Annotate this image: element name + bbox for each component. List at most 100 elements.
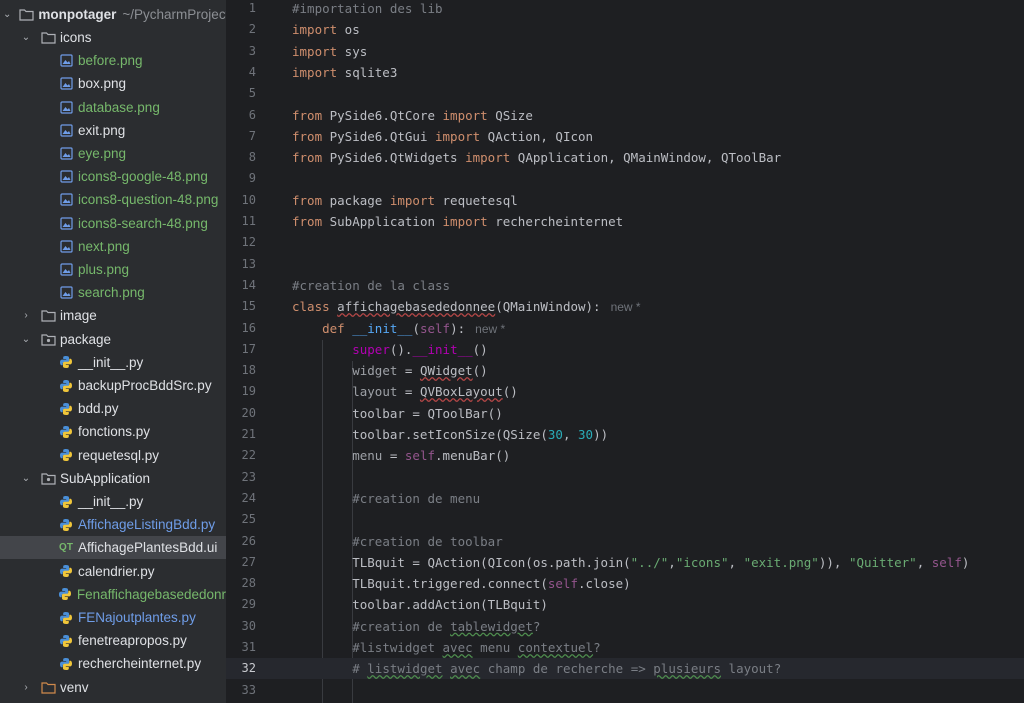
tree-file[interactable]: QT AffichagePlantesBdd.ui: [0, 536, 226, 560]
tree-file[interactable]: box.png: [0, 72, 226, 95]
chevron-down-icon[interactable]: ⌄: [20, 32, 32, 43]
code-line[interactable]: 26 #creation de toolbar: [226, 531, 1024, 552]
tree-file[interactable]: __init__.py: [0, 490, 226, 513]
code-line[interactable]: 32 # listwidget avec champ de recherche …: [226, 658, 1024, 680]
tree-item-label: before.png: [78, 53, 143, 69]
tree-file[interactable]: icons8-question-48.png: [0, 188, 226, 211]
tree-file[interactable]: before.png: [0, 49, 226, 72]
tree-file[interactable]: rechercheinternet.py: [0, 652, 226, 675]
tree-file[interactable]: bdd.py: [0, 397, 226, 420]
code-token: listwidget: [367, 661, 443, 677]
line-number: 7: [248, 128, 256, 143]
code-line[interactable]: 6 from PySide6.QtCore import QSize: [226, 105, 1024, 126]
code-line[interactable]: 30 #creation de tablewidget?: [226, 616, 1024, 637]
code-line[interactable]: 22 menu = self.menuBar(): [226, 445, 1024, 466]
code-line[interactable]: 25: [226, 509, 1024, 530]
tree-file[interactable]: exit.png: [0, 119, 226, 142]
tree-file[interactable]: database.png: [0, 96, 226, 119]
tree-root[interactable]: ⌄ monpotager ~/PycharmProject: [0, 3, 226, 26]
code-line[interactable]: 4 import sqlite3: [226, 62, 1024, 83]
code-line[interactable]: 3 import sys: [226, 41, 1024, 62]
image-file-icon: [58, 285, 74, 301]
code-line[interactable]: 20 toolbar = QToolBar(): [226, 403, 1024, 424]
code-token: ,: [668, 554, 676, 570]
code-text: import os: [292, 19, 360, 40]
code-line[interactable]: 21 toolbar.setIconSize(QSize(30, 30)): [226, 424, 1024, 445]
line-number: 33: [241, 682, 256, 697]
chevron-right-icon[interactable]: ›: [20, 310, 32, 321]
code-line[interactable]: 15 class affichagebasededonnee(QMainWindo…: [226, 296, 1024, 317]
tree-item-label: AffichagePlantesBdd.ui: [78, 540, 218, 556]
code-line[interactable]: 1 #importation des lib: [226, 0, 1024, 19]
chevron-down-icon[interactable]: ⌄: [3, 9, 11, 20]
chevron-down-icon[interactable]: ⌄: [20, 473, 32, 484]
tree-file[interactable]: AffichageListingBdd.py: [0, 513, 226, 536]
code-token: QVBoxLayout: [419, 384, 503, 400]
python-file-icon: [58, 424, 74, 440]
code-token: package: [322, 192, 390, 208]
tree-file[interactable]: calendrier.py: [0, 560, 226, 583]
tree-file[interactable]: icons8-search-48.png: [0, 212, 226, 235]
code-line[interactable]: 2 import os: [226, 19, 1024, 40]
code-line[interactable]: 33: [226, 680, 1024, 701]
code-line[interactable]: 29 toolbar.addAction(TLBquit): [226, 594, 1024, 615]
code-line[interactable]: 31 #listwidget avec menu contextuel?: [226, 637, 1024, 658]
line-number: 2: [248, 22, 256, 37]
tree-file[interactable]: eye.png: [0, 142, 226, 165]
line-number: 3: [248, 43, 256, 58]
code-editor[interactable]: 1 #importation des lib 2 import os 3 import s…: [226, 0, 1024, 703]
tree-file[interactable]: fonctions.py: [0, 420, 226, 443]
code-line[interactable]: 8 from PySide6.QtWidgets import QApplicat…: [226, 147, 1024, 168]
tree-folder[interactable]: › image: [0, 304, 226, 327]
code-token: =: [397, 384, 420, 400]
tree-file[interactable]: fenetreapropos.py: [0, 629, 226, 652]
tree-file[interactable]: backupProcBddSrc.py: [0, 374, 226, 397]
tree-folder[interactable]: › venv: [0, 676, 226, 699]
code-line[interactable]: 5: [226, 83, 1024, 104]
line-number: 10: [241, 192, 256, 207]
code-line[interactable]: 10 from package import requetesql: [226, 190, 1024, 211]
code-text: #importation des lib: [292, 0, 443, 19]
tree-file[interactable]: Fenaffichagebasededonr: [0, 583, 226, 606]
code-token: PySide6.QtCore: [322, 107, 443, 123]
code-line[interactable]: 12: [226, 232, 1024, 253]
tree-file[interactable]: __init__.py: [0, 351, 226, 374]
code-token: import: [389, 192, 435, 208]
code-line[interactable]: 13: [226, 254, 1024, 275]
code-token: tablewidget: [450, 618, 533, 634]
code-token: toolbar = QToolBar(): [292, 405, 503, 421]
code-line[interactable]: 14 #creation de la class: [226, 275, 1024, 296]
chevron-down-icon[interactable]: ⌄: [20, 334, 32, 345]
tree-folder[interactable]: ⌄ SubApplication: [0, 467, 226, 490]
tree-file[interactable]: requetesql.py: [0, 444, 226, 467]
code-line[interactable]: 19 layout = QVBoxLayout(): [226, 381, 1024, 402]
tree-folder[interactable]: ⌄ icons: [0, 26, 226, 49]
image-file-icon: [58, 53, 74, 69]
chevron-right-icon[interactable]: ›: [20, 682, 32, 693]
line-number: 20: [241, 405, 256, 420]
code-line[interactable]: 11 from SubApplication import recherchein…: [226, 211, 1024, 232]
tree-file[interactable]: plus.png: [0, 258, 226, 281]
folder-icon: [40, 30, 56, 46]
code-line[interactable]: 9: [226, 168, 1024, 189]
line-number: 24: [241, 490, 256, 505]
code-line[interactable]: 17 super().__init__(): [226, 339, 1024, 360]
code-line[interactable]: 28 TLBquit.triggered.connect(self.close): [226, 573, 1024, 594]
tree-file[interactable]: FENajoutplantes.py: [0, 606, 226, 629]
code-line[interactable]: 7 from PySide6.QtGui import QAction, QIco…: [226, 126, 1024, 147]
code-line[interactable]: 18 widget = QWidget(): [226, 360, 1024, 381]
line-number: 32: [241, 661, 256, 676]
code-line[interactable]: 24 #creation de menu: [226, 488, 1024, 509]
tree-file[interactable]: next.png: [0, 235, 226, 258]
tree-file[interactable]: search.png: [0, 281, 226, 304]
code-token: #creation de menu: [352, 490, 481, 506]
tree-folder[interactable]: ⌄ package: [0, 328, 226, 351]
tree-file[interactable]: icons8-google-48.png: [0, 165, 226, 188]
code-line[interactable]: 27 TLBquit = QAction(QIcon(os.path.join(…: [226, 552, 1024, 573]
code-token: toolbar.addAction(TLBquit): [292, 597, 548, 613]
code-text: from SubApplication import rechercheinte…: [292, 211, 623, 232]
code-line[interactable]: 23: [226, 467, 1024, 488]
code-line[interactable]: 16 def __init__(self): new *: [226, 318, 1024, 339]
